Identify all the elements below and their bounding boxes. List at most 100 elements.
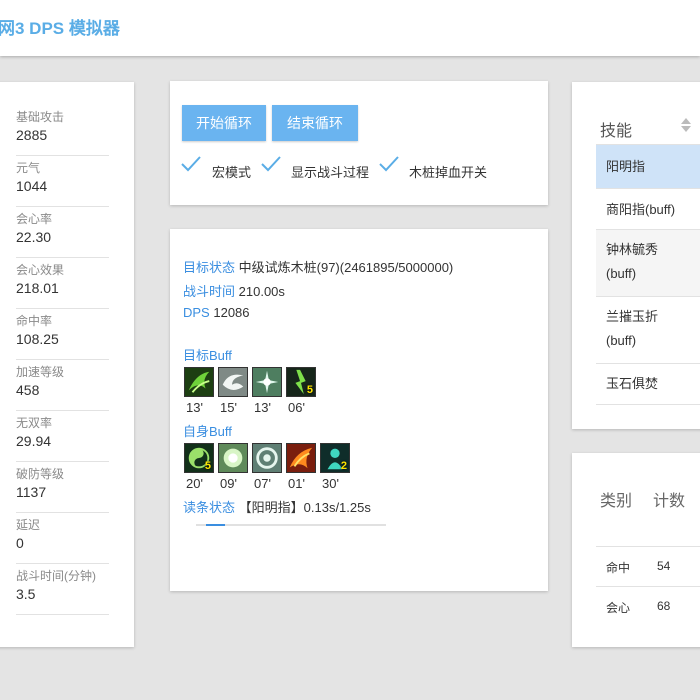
cast-progress-bar <box>196 524 386 526</box>
target-status-line: 目标状态 中级试炼木桩(97)(2461895/5000000) <box>183 257 453 276</box>
stat-label: 加速等级 <box>16 365 65 379</box>
show-combat-checkbox[interactable]: 显示战斗过程 <box>260 154 375 184</box>
cast-status-value: 【阳明指】0.13s/1.25s <box>238 500 371 515</box>
ring-icon <box>252 443 282 473</box>
stat-value: 0 <box>16 535 24 551</box>
app-title: 网3 DPS 模拟器 <box>0 19 120 38</box>
skill-name: 玉石俱焚 <box>606 376 659 391</box>
sort-icon[interactable] <box>680 117 692 133</box>
dps-value: 12086 <box>213 305 250 320</box>
stats-panel: 基础攻击 2885 元气 1044 会心率 22.30 会心效果 218.01 命中率 1… <box>0 82 134 647</box>
dummy-bleed-label: 木桩掉血开关 <box>409 165 488 180</box>
combat-time-key: 战斗时间 <box>183 284 236 299</box>
count-row: 会心 68 <box>596 586 700 626</box>
skill-row[interactable]: 商阳指(buff) <box>596 188 700 229</box>
top-bar: 网3 DPS 模拟器 <box>0 0 700 56</box>
stat-label: 会心效果 <box>16 263 65 277</box>
checkmark-icon <box>181 156 201 172</box>
category-column-header[interactable]: 类别 <box>600 487 632 511</box>
stat-item: 元气 1044 <box>16 159 109 207</box>
stop-loop-button[interactable]: 结束循环 <box>272 105 358 141</box>
start-loop-button[interactable]: 开始循环 <box>182 105 266 141</box>
combat-time-value: 210.00s <box>238 284 285 299</box>
skill-row[interactable]: 钟林毓秀(buff) <box>596 229 700 296</box>
count-value: 54 <box>657 559 671 573</box>
stat-item: 破防等级 1137 <box>16 465 109 513</box>
self-buff-title: 自身Buff <box>183 424 232 439</box>
stat-item: 无双率 29.94 <box>16 414 109 462</box>
count-category: 命中 <box>606 561 631 575</box>
stat-item: 会心效果 218.01 <box>16 261 109 309</box>
stat-label: 基础攻击 <box>16 110 65 124</box>
stat-label: 延迟 <box>16 518 41 532</box>
stat-value: 108.25 <box>16 331 59 347</box>
stat-label: 破防等级 <box>16 467 65 481</box>
stat-value: 458 <box>16 382 40 398</box>
stat-item: 命中率 108.25 <box>16 312 109 360</box>
cast-progress-fill <box>206 524 225 526</box>
skill-row[interactable]: 兰摧玉折(buff) <box>596 296 700 363</box>
skills-table: 技能 阳明指 商阳指(buff) 钟林毓秀(buff) 兰摧玉折(buff) 玉… <box>572 82 700 429</box>
skill-row[interactable]: 阳明指 <box>596 144 700 188</box>
controls-panel: 开始循环 结束循环 宏模式 显示战斗过程 木桩掉血开关 <box>170 81 548 205</box>
stat-label: 会心率 <box>16 212 53 226</box>
checkmark-icon <box>379 156 399 172</box>
stat-item: 基础攻击 2885 <box>16 108 109 156</box>
dps-line: DPS 12086 <box>183 305 250 320</box>
stat-label: 无双率 <box>16 416 53 430</box>
stat-item: 会心率 22.30 <box>16 210 109 258</box>
buff-time: 09' <box>220 476 237 491</box>
stat-label: 命中率 <box>16 314 53 328</box>
combat-status-panel: 目标状态 中级试炼木桩(97)(2461895/5000000) 战斗时间 21… <box>170 229 548 591</box>
target-status-value: 中级试炼木桩(97)(2461895/5000000) <box>238 260 454 275</box>
show-combat-label: 显示战斗过程 <box>291 165 370 180</box>
buff-time: 07' <box>254 476 271 491</box>
count-column-header[interactable]: 计数 <box>653 487 685 511</box>
white-swirl-icon <box>218 367 248 397</box>
stat-value: 22.30 <box>16 229 52 245</box>
stat-value: 29.94 <box>16 433 52 449</box>
stat-value: 2885 <box>16 127 48 143</box>
buff-stack-count: 5 <box>204 460 211 472</box>
stat-item: 延迟 0 <box>16 516 109 564</box>
stat-value: 218.01 <box>16 280 59 296</box>
buff-stack-count: 2 <box>340 460 347 472</box>
cast-status-line: 读条状态 【阳明指】0.13s/1.25s <box>183 497 371 516</box>
hit-count-table: 类别 计数 命中 54 会心 68 <box>572 453 700 647</box>
stat-label: 元气 <box>16 161 41 175</box>
dps-key: DPS <box>183 305 210 320</box>
stat-value: 1044 <box>16 178 48 194</box>
buff-time: 06' <box>288 400 305 415</box>
count-row: 命中 54 <box>596 546 700 586</box>
taiji-icon: 5 <box>184 443 214 473</box>
skill-name: 钟林毓秀(buff) <box>606 242 659 281</box>
buff-time: 13' <box>186 400 203 415</box>
buff-time: 13' <box>254 400 271 415</box>
combat-time-line: 战斗时间 210.00s <box>183 281 285 300</box>
buff-time: 20' <box>186 476 203 491</box>
buff-time: 30' <box>322 476 339 491</box>
dark-lightning-icon: 5 <box>286 367 316 397</box>
skills-column-header[interactable]: 技能 <box>600 117 632 141</box>
target-status-key: 目标状态 <box>183 260 236 275</box>
buff-time: 01' <box>288 476 305 491</box>
count-value: 68 <box>657 599 671 613</box>
green-orb-icon <box>218 443 248 473</box>
stat-label: 战斗时间(分钟) <box>16 569 96 583</box>
skill-name: 商阳指(buff) <box>606 202 676 217</box>
green-claw-icon <box>184 367 214 397</box>
macro-mode-label: 宏模式 <box>212 165 252 180</box>
dummy-bleed-checkbox[interactable]: 木桩掉血开关 <box>378 154 493 184</box>
buff-stack-count: 5 <box>306 384 313 396</box>
frost-burst-icon <box>252 367 282 397</box>
fire-wing-icon <box>286 443 316 473</box>
skill-row[interactable]: 玉石俱焚 <box>596 363 700 405</box>
stat-item: 战斗时间(分钟) 3.5 <box>16 567 109 615</box>
teal-figure-icon: 2 <box>320 443 350 473</box>
count-category: 会心 <box>606 601 631 615</box>
buff-time: 15' <box>220 400 237 415</box>
cast-status-key: 读条状态 <box>183 500 236 515</box>
stat-item: 加速等级 458 <box>16 363 109 411</box>
stat-value: 3.5 <box>16 586 36 602</box>
macro-mode-checkbox[interactable]: 宏模式 <box>180 154 270 184</box>
